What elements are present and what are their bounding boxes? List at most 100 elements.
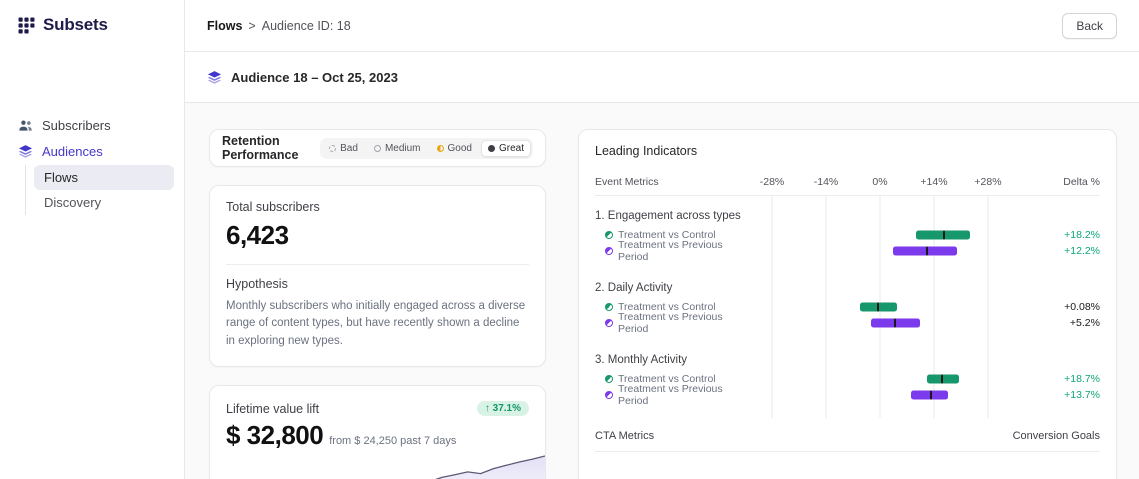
- bar-median-tick: [930, 391, 932, 400]
- sidebar-item-label: Flows: [44, 170, 78, 185]
- sidebar-item-subscribers[interactable]: Subscribers: [10, 112, 174, 138]
- top-bar: Flows > Audience ID: 18 Back: [185, 0, 1139, 52]
- sidebar-item-discovery[interactable]: Discovery: [34, 190, 174, 215]
- treatment-vs-previous-icon: [605, 247, 613, 255]
- left-column: Retention Performance Bad Medium Good: [209, 129, 546, 479]
- range-bar: [927, 375, 958, 384]
- logo-grid-icon: [18, 17, 35, 34]
- leading-indicators-title: Leading Indicators: [595, 144, 1100, 158]
- great-icon: [488, 145, 495, 152]
- range-bar: [893, 247, 957, 256]
- sidebar-item-audiences[interactable]: Audiences: [10, 138, 174, 164]
- sidebar-item-label: Subscribers: [42, 118, 111, 133]
- sidebar-item-label: Audiences: [42, 144, 103, 159]
- bar-median-tick: [877, 303, 879, 312]
- axis-tick-label: +14%: [920, 176, 947, 188]
- segment-label: Great: [499, 143, 524, 154]
- delta-column-label: Delta %: [1063, 176, 1100, 188]
- range-bar: [916, 231, 970, 240]
- sidebar-nav: Subscribers Audiences Flows Discovery: [0, 112, 184, 215]
- hypothesis-text: Monthly subscribers who initially engage…: [226, 298, 529, 350]
- total-subscribers-label: Total subscribers: [226, 200, 529, 214]
- app-window: Subsets Subscribers Audiences: [0, 0, 1139, 479]
- delta-value: +18.7%: [1020, 373, 1100, 385]
- segment-great[interactable]: Great: [481, 140, 531, 157]
- axis-tick-label: 0%: [872, 176, 887, 188]
- audience-header-bar: Audience 18 – Oct 25, 2023: [185, 52, 1139, 103]
- subscribers-users-icon: [18, 118, 33, 133]
- treatment-vs-control-icon: [605, 375, 613, 383]
- ltv-sparkline-chart: [210, 452, 545, 479]
- treatment-vs-previous-icon: [605, 391, 613, 399]
- retention-performance-card: Retention Performance Bad Medium Good: [209, 129, 546, 167]
- metric-row: Treatment vs Previous Period +13.7%: [595, 387, 1100, 403]
- segment-good[interactable]: Good: [430, 140, 479, 157]
- lifetime-value-card: Lifetime value lift ↑ 37.1% $ 32,800 fro…: [209, 385, 546, 479]
- segment-label: Medium: [385, 143, 421, 154]
- app-logo[interactable]: Subsets: [0, 0, 184, 50]
- good-icon: [437, 145, 444, 152]
- treatment-vs-previous-icon: [605, 319, 613, 327]
- indicators-plot-region: 1. Engagement across types Treatment vs …: [595, 196, 1100, 418]
- bar-median-tick: [941, 375, 943, 384]
- ltv-card-header: Lifetime value lift ↑ 37.1%: [210, 400, 545, 418]
- main-area: Flows > Audience ID: 18 Back Audience 18…: [185, 0, 1139, 479]
- delta-value: +18.2%: [1020, 229, 1100, 241]
- ltv-value: $ 32,800: [226, 420, 323, 451]
- treatment-vs-control-icon: [605, 231, 613, 239]
- indicators-header-row: Event Metrics -28% -14% 0% +14% +28% Del…: [595, 174, 1100, 196]
- retention-segmented-control: Bad Medium Good Great: [320, 138, 533, 159]
- segment-label: Good: [448, 143, 472, 154]
- delta-value: +0.08%: [1020, 301, 1100, 313]
- range-bar: [911, 391, 948, 400]
- metric-row: Treatment vs Previous Period +5.2%: [595, 315, 1100, 331]
- ltv-value-row: $ 32,800 from $ 24,250 past 7 days: [210, 418, 545, 448]
- breadcrumb-flows-link[interactable]: Flows: [207, 19, 242, 33]
- range-bar: [871, 319, 920, 328]
- hypothesis-heading: Hypothesis: [226, 277, 529, 291]
- metric-group-monthly-activity: 3. Monthly Activity Treatment vs Control…: [595, 344, 1100, 416]
- sidebar-item-flows[interactable]: Flows: [34, 165, 174, 190]
- audiences-layers-icon: [18, 144, 33, 159]
- event-metrics-column-label: Event Metrics: [595, 176, 659, 188]
- bar-median-tick: [894, 319, 896, 328]
- axis-tick-label: +28%: [974, 176, 1001, 188]
- cta-metrics-label: CTA Metrics: [595, 430, 654, 442]
- segment-medium[interactable]: Medium: [367, 140, 428, 157]
- metric-group-label: 3. Monthly Activity: [595, 354, 1100, 366]
- bar-median-tick: [926, 247, 928, 256]
- segment-label: Bad: [340, 143, 358, 154]
- conversion-goals-label: Conversion Goals: [1013, 430, 1100, 442]
- delta-value: +13.7%: [1020, 389, 1100, 401]
- metric-group-daily-activity: 2. Daily Activity Treatment vs Control +…: [595, 272, 1100, 344]
- back-button[interactable]: Back: [1062, 13, 1117, 39]
- delta-value: +5.2%: [1020, 317, 1100, 329]
- sidebar-subgroup: Flows Discovery: [25, 165, 174, 215]
- total-subscribers-card: Total subscribers 6,423 Hypothesis Month…: [209, 185, 546, 367]
- delta-value: +12.2%: [1020, 245, 1100, 257]
- segment-bad[interactable]: Bad: [322, 140, 365, 157]
- ltv-title: Lifetime value lift: [226, 402, 319, 416]
- bad-icon: [329, 145, 336, 152]
- bar-median-tick: [943, 231, 945, 240]
- content-area: Retention Performance Bad Medium Good: [185, 103, 1139, 479]
- audience-layers-icon: [207, 70, 222, 85]
- sidebar-item-label: Discovery: [44, 195, 101, 210]
- retention-title: Retention Performance: [222, 134, 320, 162]
- card-divider: [226, 264, 529, 265]
- leading-indicators-card: Leading Indicators Event Metrics -28% -1…: [578, 129, 1117, 479]
- indicators-footer-row: CTA Metrics Conversion Goals: [595, 418, 1100, 452]
- breadcrumb-separator: >: [248, 19, 255, 33]
- total-subscribers-value: 6,423: [226, 220, 529, 251]
- breadcrumb-current-page: Audience ID: 18: [262, 19, 351, 33]
- ltv-comparison-text: from $ 24,250 past 7 days: [329, 435, 456, 447]
- series-label: Treatment vs Previous Period: [618, 311, 745, 335]
- axis-tick-strip: -28% -14% 0% +14% +28%: [745, 174, 1015, 195]
- metric-row: Treatment vs Previous Period +12.2%: [595, 243, 1100, 259]
- ltv-lift-badge: ↑ 37.1%: [477, 401, 529, 416]
- medium-icon: [374, 145, 381, 152]
- audience-title: Audience 18 – Oct 25, 2023: [231, 70, 398, 85]
- logo-text: Subsets: [43, 15, 108, 35]
- treatment-vs-control-icon: [605, 303, 613, 311]
- series-label: Treatment vs Previous Period: [618, 239, 745, 263]
